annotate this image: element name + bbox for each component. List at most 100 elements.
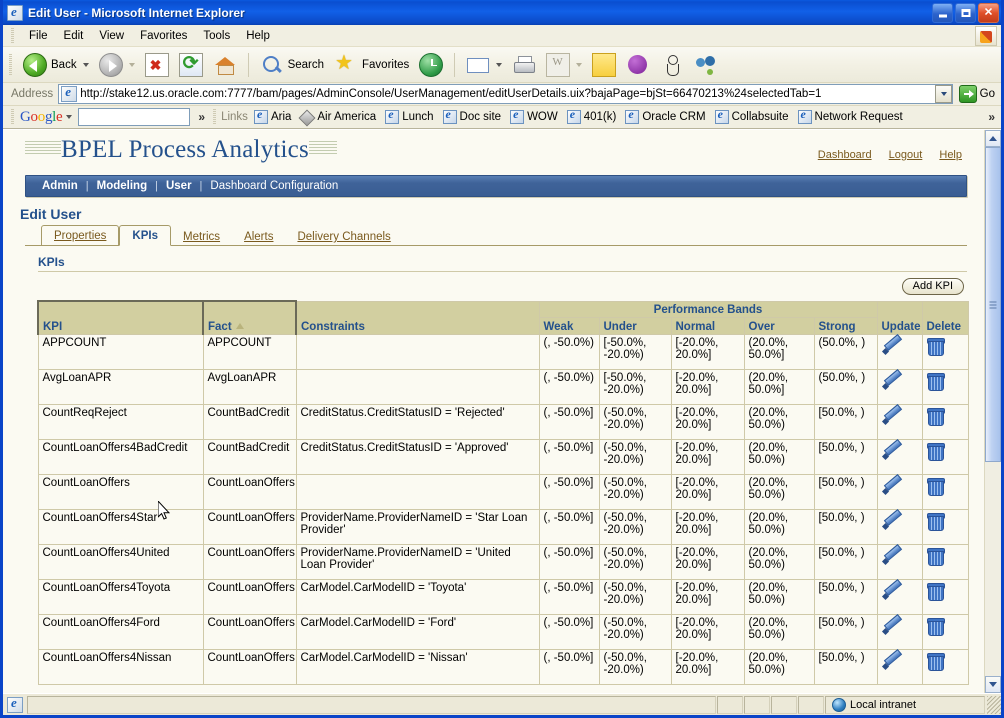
address-input[interactable]: http://stake12.us.oracle.com:7777/bam/pa… [58, 84, 953, 104]
mail-dropdown-icon[interactable] [496, 62, 503, 67]
header-link-dashboard[interactable]: Dashboard [818, 149, 872, 161]
scrollbar-track[interactable] [985, 147, 1001, 676]
pencil-icon[interactable] [882, 512, 902, 530]
menu-help[interactable]: Help [238, 28, 278, 44]
address-dropdown-button[interactable] [934, 85, 952, 103]
link-collabsuite[interactable]: Collabsuite [714, 107, 789, 124]
security-zone[interactable]: Local intranet [825, 695, 985, 714]
link-401k[interactable]: 401(k) [566, 107, 616, 124]
th-over[interactable]: Over [743, 316, 815, 335]
people-button[interactable] [690, 50, 722, 80]
nav-item-admin[interactable]: Admin [38, 180, 82, 192]
th-kpi[interactable]: KPI [37, 300, 204, 334]
link-network-request[interactable]: Network Request [797, 107, 903, 124]
trash-icon[interactable] [926, 442, 945, 461]
pencil-icon[interactable] [882, 337, 902, 355]
pencil-icon[interactable] [882, 652, 902, 670]
menu-favorites[interactable]: Favorites [132, 28, 195, 44]
forward-button[interactable] [95, 50, 139, 80]
pencil-icon[interactable] [882, 582, 902, 600]
scroll-up-button[interactable] [985, 130, 1001, 147]
trash-icon[interactable] [926, 617, 945, 636]
link-oracle-crm[interactable]: Oracle CRM [625, 107, 706, 124]
notes-button[interactable] [588, 50, 620, 80]
forward-dropdown-icon[interactable] [128, 62, 135, 67]
tab-kpis[interactable]: KPIs [119, 225, 171, 246]
th-constraints[interactable]: Constraints [295, 300, 540, 334]
refresh-button[interactable] [175, 50, 207, 80]
pencil-icon[interactable] [882, 547, 902, 565]
back-button[interactable]: Back [19, 50, 93, 80]
resize-grip[interactable] [987, 695, 1001, 714]
tab-metrics[interactable]: Metrics [171, 227, 232, 246]
tab-properties[interactable]: Properties [41, 225, 120, 246]
google-toolbar-grip[interactable] [11, 109, 14, 125]
link-doc-site[interactable]: Doc site [442, 107, 501, 124]
app-brand: BPEL Process Analytics [25, 136, 337, 164]
links-grip[interactable] [213, 109, 217, 125]
edit-button[interactable] [542, 50, 586, 80]
links-overflow-chevron[interactable]: » [988, 110, 995, 124]
link-aria[interactable]: Aria [253, 107, 291, 124]
trash-icon[interactable] [926, 582, 945, 601]
pencil-icon[interactable] [882, 617, 902, 635]
trash-icon[interactable] [926, 547, 945, 566]
close-button[interactable]: ✕ [978, 2, 999, 23]
menu-edit[interactable]: Edit [56, 28, 92, 44]
nav-item-dashboard-configuration[interactable]: Dashboard Configuration [206, 180, 342, 192]
th-under[interactable]: Under [598, 316, 672, 335]
tab-delivery-channels[interactable]: Delivery Channels [285, 227, 402, 246]
messenger-button[interactable] [622, 50, 654, 80]
cell-weak: (, -50.0%] [538, 648, 600, 685]
header-link-logout[interactable]: Logout [889, 149, 923, 161]
google-overflow-chevron[interactable]: » [198, 110, 205, 124]
toolbar-grip[interactable] [9, 53, 12, 76]
menu-tools[interactable]: Tools [195, 28, 238, 44]
maximize-button[interactable] [955, 2, 976, 23]
favorites-button[interactable]: Favorites [330, 50, 413, 80]
nav-item-user[interactable]: User [162, 180, 196, 192]
th-normal[interactable]: Normal [670, 316, 745, 335]
home-button[interactable] [209, 50, 241, 80]
th-weak[interactable]: Weak [538, 316, 600, 335]
search-button[interactable]: Search [256, 50, 328, 80]
person-button[interactable] [656, 50, 688, 80]
nav-item-modeling[interactable]: Modeling [93, 180, 151, 192]
header-link-help[interactable]: Help [939, 149, 962, 161]
menu-view[interactable]: View [91, 28, 132, 44]
th-strong[interactable]: Strong [813, 316, 878, 335]
scrollbar-thumb[interactable] [985, 147, 1001, 462]
minimize-button[interactable] [932, 2, 953, 23]
trash-icon[interactable] [926, 512, 945, 531]
trash-icon[interactable] [926, 407, 945, 426]
link-lunch[interactable]: Lunch [385, 107, 434, 124]
th-fact[interactable]: Fact [202, 300, 297, 334]
scroll-down-button[interactable] [985, 676, 1001, 693]
back-dropdown-icon[interactable] [82, 62, 89, 67]
pencil-icon[interactable] [882, 407, 902, 425]
pencil-icon[interactable] [882, 372, 902, 390]
tab-alerts[interactable]: Alerts [232, 227, 285, 246]
history-button[interactable] [415, 50, 447, 80]
link-air-america[interactable]: Air America [300, 110, 376, 124]
google-dropdown-icon[interactable] [66, 115, 73, 119]
google-search-input[interactable] [78, 108, 191, 126]
pencil-icon[interactable] [882, 442, 902, 460]
link-wow[interactable]: WOW [510, 107, 558, 124]
trash-icon[interactable] [926, 652, 945, 671]
add-kpi-button[interactable]: Add KPI [901, 278, 964, 295]
mail-button[interactable] [462, 50, 506, 80]
go-button[interactable]: Go [958, 85, 995, 103]
trash-icon[interactable] [926, 477, 945, 496]
brand-decoration-right [308, 141, 337, 155]
edit-dropdown-icon[interactable] [576, 62, 583, 67]
menu-file[interactable]: File [21, 28, 56, 44]
pencil-icon[interactable] [882, 477, 902, 495]
stop-button[interactable] [141, 50, 173, 80]
trash-icon[interactable] [926, 337, 945, 356]
trash-icon[interactable] [926, 372, 945, 391]
menu-grip[interactable] [11, 27, 14, 44]
chevron-up-icon [989, 136, 997, 141]
print-button[interactable] [508, 50, 540, 80]
vertical-scrollbar[interactable] [984, 130, 1001, 693]
